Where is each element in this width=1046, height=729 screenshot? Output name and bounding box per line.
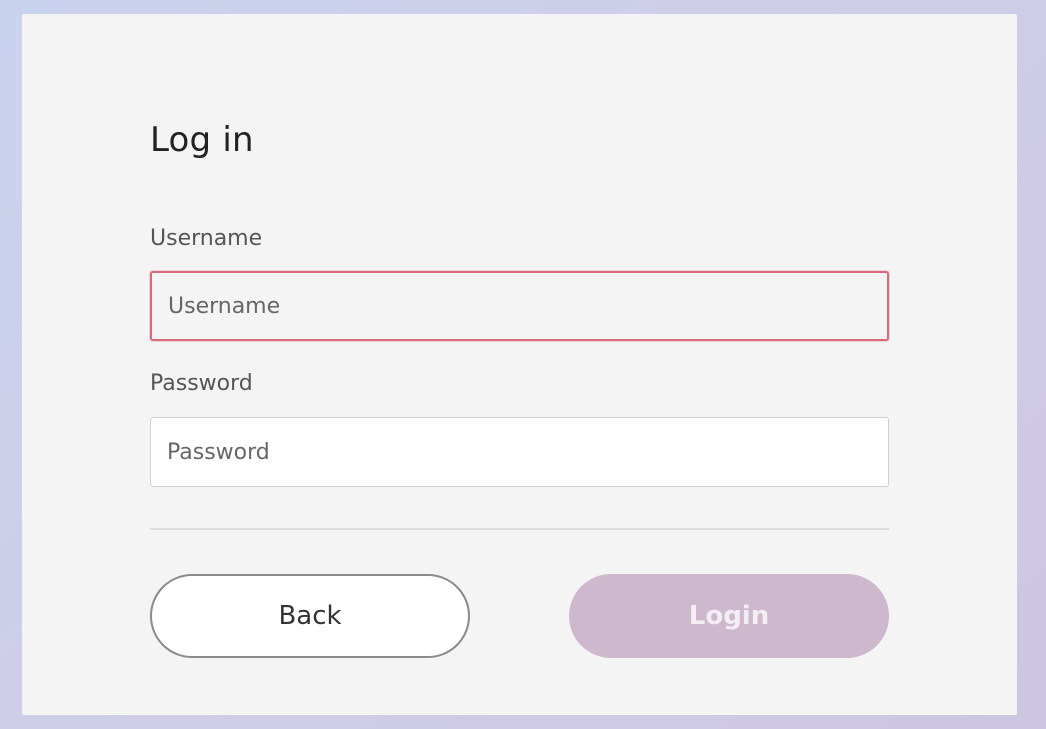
back-button[interactable]: Back xyxy=(150,574,470,658)
login-button[interactable]: Login xyxy=(569,574,889,658)
username-label: Username xyxy=(150,226,263,251)
page-title: Log in xyxy=(150,120,254,160)
password-input[interactable] xyxy=(150,417,889,487)
divider xyxy=(150,528,889,530)
username-input[interactable] xyxy=(150,271,889,341)
login-card: Log in Username Password Back Login xyxy=(22,14,1017,715)
password-label: Password xyxy=(150,371,253,396)
